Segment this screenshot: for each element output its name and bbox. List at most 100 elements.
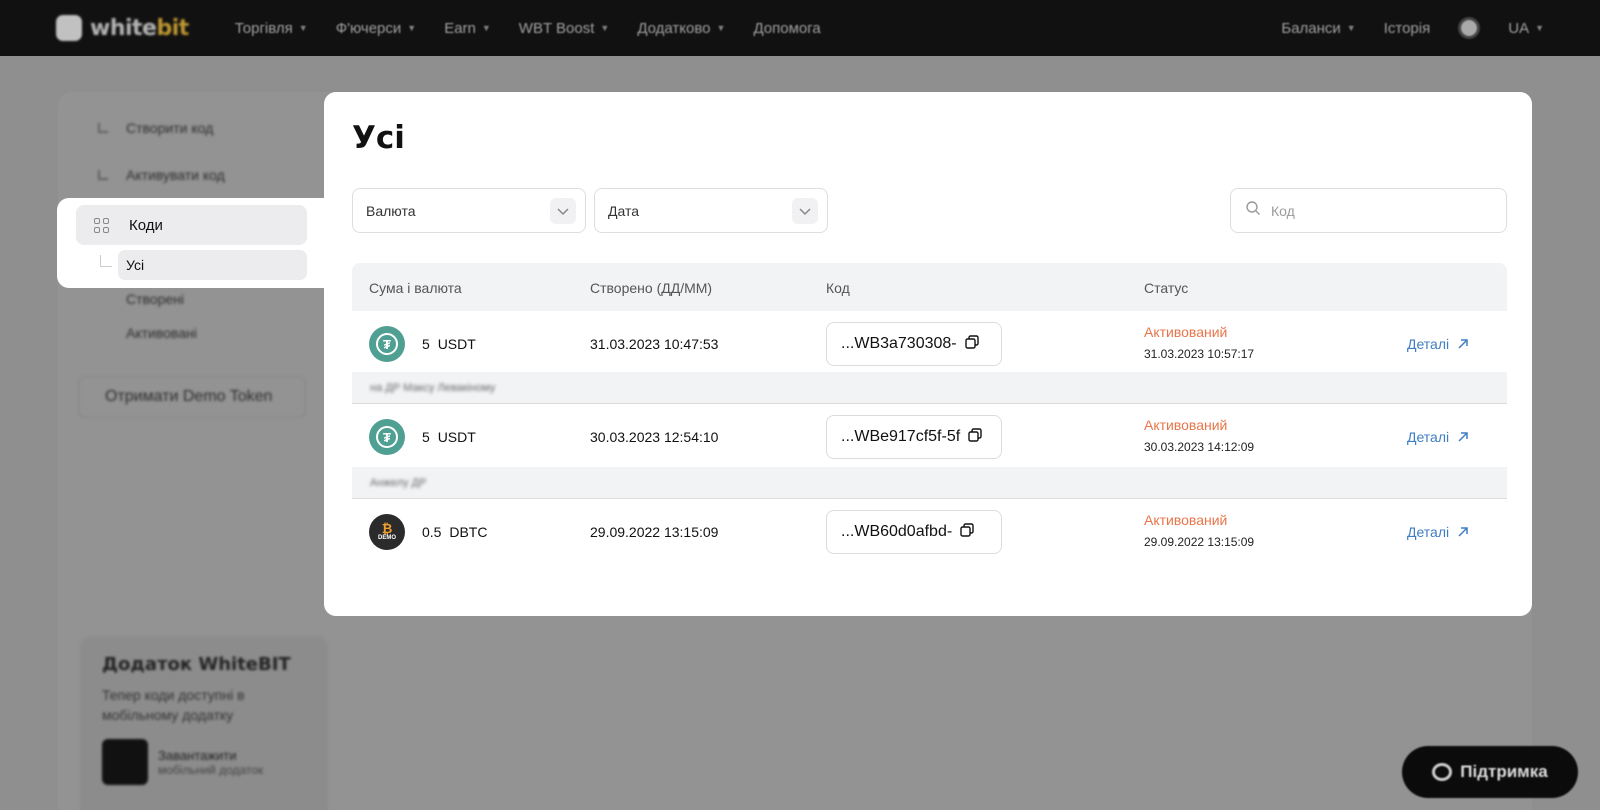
table-header: Сума і валюта Створено (ДД/ММ) Код Стату… <box>352 263 1507 311</box>
code-value: ...WB3a730308- <box>841 335 957 352</box>
chevron-down-icon: ▼ <box>298 23 308 33</box>
details-label: Деталі <box>1407 336 1450 352</box>
sidebar-item-label: Створити код <box>126 120 214 136</box>
currency-filter-label: Валюта <box>366 202 416 219</box>
chevron-down-icon: ▼ <box>716 23 726 33</box>
amount-value: 0.5 <box>422 524 442 540</box>
sidebar-item-activate[interactable]: Активувати код <box>98 167 225 183</box>
nav-label: Історія <box>1383 19 1431 37</box>
app-promo-card: Додаток WhiteBIT Тепер коди доступні в м… <box>80 636 328 810</box>
status-date: 31.03.2023 10:57:17 <box>1144 347 1255 361</box>
nav-history[interactable]: Історія <box>1384 20 1431 37</box>
nav-right-group: Баланси ▼ Історія UA ▼ <box>1281 17 1544 39</box>
language-selector[interactable]: UA ▼ <box>1508 20 1544 37</box>
support-chat-button[interactable]: Підтримка <box>1402 746 1578 798</box>
download-label: Завантажити <box>158 747 237 763</box>
nav-item-additional[interactable]: Додатково ▼ <box>637 20 725 37</box>
nav-label: Earn <box>444 19 476 37</box>
table-row: ₮ 5 USDT 31.03.2023 10:47:53 ...WB3a7303… <box>352 311 1507 377</box>
grid-icon <box>94 217 109 233</box>
sidebar-item-codes[interactable]: Коди <box>76 205 307 245</box>
amount-cell: 5 USDT <box>422 429 476 445</box>
amount-cell: 0.5 DBTC <box>422 524 487 540</box>
logo-text-white: white <box>90 15 157 41</box>
chevron-down-icon: ▼ <box>1535 23 1544 33</box>
currency-filter-select[interactable]: Валюта <box>352 188 586 233</box>
currency-value: DBTC <box>449 524 488 540</box>
plus-icon <box>98 123 108 133</box>
nav-item-earn[interactable]: Earn ▼ <box>444 20 491 37</box>
nav-balances[interactable]: Баланси ▼ <box>1281 20 1355 37</box>
usdt-coin-icon: ₮ <box>369 326 405 362</box>
top-navigation-bar: whitebit Торгівля ▼ Ф'ючерси ▼ Earn ▼ WBT B… <box>0 0 1600 56</box>
nav-label: Торгівля <box>234 19 293 37</box>
sidebar-item-all[interactable]: Усі <box>118 250 307 280</box>
status-badge: Активований <box>1144 512 1228 528</box>
details-link[interactable]: Деталі <box>1407 429 1469 445</box>
currency-value: USDT <box>437 429 476 445</box>
code-copy-box[interactable]: ...WBe917cf5f-5f <box>826 415 1002 459</box>
download-app-link[interactable]: Завантажити мобільний додаток <box>102 739 306 785</box>
profile-avatar[interactable] <box>1458 17 1481 39</box>
sidebar-item-label: Створені <box>126 291 185 307</box>
column-header-code: Код <box>826 280 850 296</box>
created-date: 29.09.2022 13:15:09 <box>590 524 719 540</box>
chat-bubble-icon <box>1432 763 1453 781</box>
copy-icon[interactable] <box>964 334 979 354</box>
column-header-status: Статус <box>1144 280 1189 296</box>
sidebar-item-label: Активовані <box>126 325 197 341</box>
nav-label: UA <box>1508 19 1530 37</box>
logo-text-brand: bit <box>156 15 189 41</box>
codes-modal: Усі Валюта Дата Сума і валюта Створено (… <box>324 92 1532 616</box>
get-demo-token-button[interactable]: Отримати Demo Token <box>78 376 306 418</box>
arrow-up-right-icon <box>1458 527 1468 537</box>
chevron-down-icon: ▼ <box>407 23 417 33</box>
code-copy-box[interactable]: ...WB3a730308- <box>826 322 1002 366</box>
sidebar-item-label: Активувати код <box>126 167 225 183</box>
currency-value: USDT <box>437 336 476 352</box>
sidebar-item-create[interactable]: Створити код <box>98 120 213 136</box>
sidebar-item-created[interactable]: Створені <box>126 291 184 307</box>
details-link[interactable]: Деталі <box>1407 336 1469 352</box>
chevron-down-icon: ▼ <box>1346 23 1356 33</box>
code-copy-box[interactable]: ...WB60d0afbd- <box>826 510 1002 554</box>
details-label: Деталі <box>1407 524 1450 540</box>
date-filter-select[interactable]: Дата <box>594 188 828 233</box>
arrow-up-right-icon <box>1458 432 1468 442</box>
nav-label: Допомога <box>753 19 821 37</box>
logo-mark-icon <box>56 15 82 41</box>
chevron-down-icon: ▼ <box>481 23 491 33</box>
copy-icon[interactable] <box>960 522 974 542</box>
whitebit-logo[interactable]: whitebit <box>56 15 189 41</box>
nav-label: Баланси <box>1281 19 1341 37</box>
nav-item-wbt-boost[interactable]: WBT Boost ▼ <box>519 20 610 37</box>
amount-cell: 5 USDT <box>422 336 476 352</box>
chevron-down-icon: ▼ <box>600 23 610 33</box>
details-link[interactable]: Деталі <box>1407 524 1469 540</box>
nav-item-futures[interactable]: Ф'ючерси ▼ <box>336 20 417 37</box>
nav-item-help[interactable]: Допомога <box>753 20 820 37</box>
nav-item-trading[interactable]: Торгівля ▼ <box>235 20 308 37</box>
code-value: ...WBe917cf5f-5f <box>841 428 961 445</box>
code-value: ...WB60d0afbd- <box>841 523 953 540</box>
search-icon <box>1245 200 1261 221</box>
nav-label: WBT Boost <box>518 19 595 37</box>
chevron-down-icon <box>550 198 576 224</box>
copy-icon[interactable] <box>968 427 982 447</box>
activate-icon <box>98 170 108 180</box>
nav-label: Додатково <box>637 19 711 37</box>
code-search-input[interactable] <box>1271 202 1491 219</box>
tree-connector <box>100 255 112 267</box>
qr-code-icon <box>102 739 148 785</box>
note-text: Анжелу ДР <box>370 477 427 489</box>
sidebar-item-activated[interactable]: Активовані <box>126 325 197 341</box>
demo-btc-coin-icon: ₿ DEMO <box>369 514 405 550</box>
code-note: на ДР Максу Левакіному <box>352 372 1507 404</box>
column-header-amount: Сума і валюта <box>369 280 462 296</box>
code-search-box <box>1230 188 1507 233</box>
created-date: 30.03.2023 12:54:10 <box>590 429 719 445</box>
page-title: Усі <box>352 120 405 156</box>
details-label: Деталі <box>1407 429 1450 445</box>
arrow-up-right-icon <box>1458 339 1468 349</box>
date-filter-label: Дата <box>608 202 640 219</box>
